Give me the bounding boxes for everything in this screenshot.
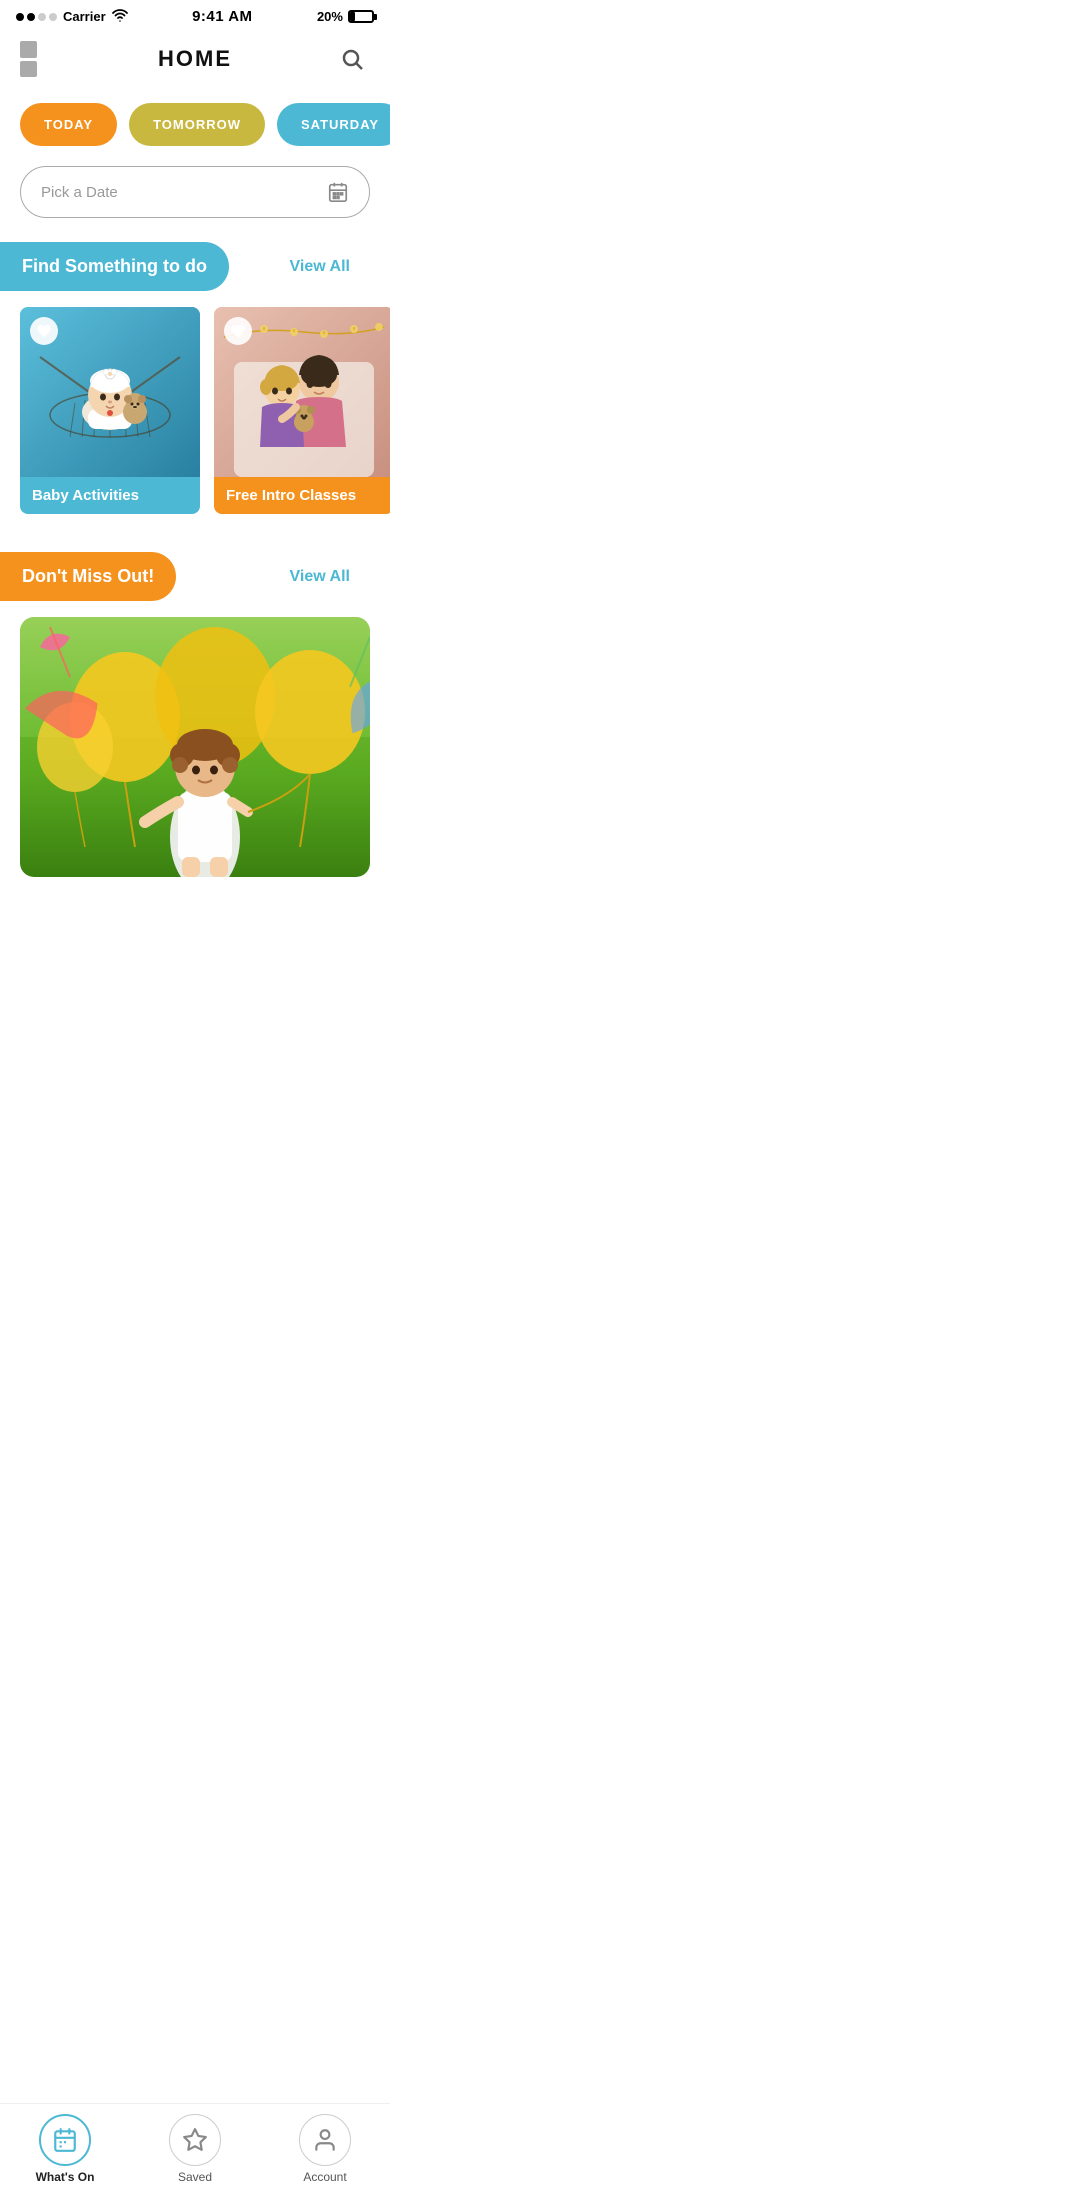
signal-dot-4 bbox=[49, 13, 57, 21]
dont-miss-header: Don't Miss Out! View All bbox=[0, 544, 390, 617]
activity-cards-scroll: Baby Activities bbox=[0, 307, 390, 534]
favorite-icon-baby[interactable] bbox=[30, 317, 58, 345]
signal-dot-1 bbox=[16, 13, 24, 21]
battery-percentage: 20% bbox=[317, 9, 343, 24]
star-nav-icon bbox=[182, 2127, 208, 2153]
tab-saturday[interactable]: SATURDAY bbox=[277, 103, 390, 146]
dont-miss-illustration bbox=[20, 617, 370, 877]
wifi-icon bbox=[112, 8, 128, 25]
find-view-all[interactable]: View All bbox=[290, 258, 370, 276]
dont-miss-label: Don't Miss Out! bbox=[0, 552, 176, 601]
signal-dot-2 bbox=[27, 13, 35, 21]
dont-miss-view-all[interactable]: View All bbox=[290, 568, 370, 586]
nav-account-label: Account bbox=[303, 2170, 346, 2184]
search-button[interactable] bbox=[334, 41, 370, 77]
battery-fill bbox=[350, 12, 356, 21]
signal-dot-3 bbox=[38, 13, 46, 21]
card-baby-activities-label: Baby Activities bbox=[20, 477, 200, 514]
carrier-label: Carrier bbox=[63, 9, 106, 24]
nav-whats-on-label: What's On bbox=[36, 2170, 95, 2184]
calendar-icon bbox=[327, 181, 349, 203]
status-right: 20% bbox=[317, 9, 374, 24]
logo-cell-tl bbox=[20, 41, 37, 58]
nav-saved-icon-circle bbox=[169, 2114, 221, 2166]
bottom-nav: What's On Saved Account bbox=[0, 2103, 390, 2200]
header: HOME bbox=[0, 29, 390, 93]
date-picker-wrapper: Pick a Date bbox=[0, 156, 390, 234]
nav-item-whats-on[interactable]: What's On bbox=[0, 2114, 130, 2184]
nav-item-account[interactable]: Account bbox=[260, 2114, 390, 2184]
tab-tomorrow[interactable]: TOMORROW bbox=[129, 103, 265, 146]
app-logo bbox=[20, 41, 56, 77]
card-baby-activities[interactable]: Baby Activities bbox=[20, 307, 200, 514]
date-picker-placeholder: Pick a Date bbox=[41, 184, 118, 201]
card-baby-activities-image bbox=[20, 307, 200, 477]
card-free-intro[interactable]: Free Intro Classes bbox=[214, 307, 390, 514]
calendar-nav-icon bbox=[52, 2127, 78, 2153]
date-tabs: TODAY TOMORROW SATURDAY SUNDAY bbox=[0, 93, 390, 156]
nav-item-saved[interactable]: Saved bbox=[130, 2114, 260, 2184]
find-section-header: Find Something to do View All bbox=[0, 234, 390, 307]
nav-account-icon-circle bbox=[299, 2114, 351, 2166]
card-free-intro-footer: Free Intro Classes bbox=[214, 477, 390, 514]
nav-whats-on-icon-circle bbox=[39, 2114, 91, 2166]
date-picker[interactable]: Pick a Date bbox=[20, 166, 370, 218]
favorite-icon-intro[interactable] bbox=[224, 317, 252, 345]
logo-cell-bl bbox=[20, 61, 37, 78]
find-section-label: Find Something to do bbox=[0, 242, 229, 291]
card-free-intro-label: Free Intro Classes bbox=[214, 477, 390, 514]
status-time: 9:41 AM bbox=[192, 8, 252, 25]
status-left: Carrier bbox=[16, 8, 128, 25]
page-title: HOME bbox=[158, 46, 232, 72]
person-nav-icon bbox=[312, 2127, 338, 2153]
dont-miss-big-card[interactable] bbox=[20, 617, 370, 877]
signal-dots bbox=[16, 13, 57, 21]
battery-icon bbox=[348, 10, 374, 23]
status-bar: Carrier 9:41 AM 20% bbox=[0, 0, 390, 29]
card-free-intro-image bbox=[214, 307, 390, 477]
search-icon bbox=[340, 47, 364, 71]
nav-saved-label: Saved bbox=[178, 2170, 212, 2184]
tab-today[interactable]: TODAY bbox=[20, 103, 117, 146]
card-baby-activities-footer: Baby Activities bbox=[20, 477, 200, 514]
dont-miss-section: Don't Miss Out! View All bbox=[0, 544, 390, 877]
